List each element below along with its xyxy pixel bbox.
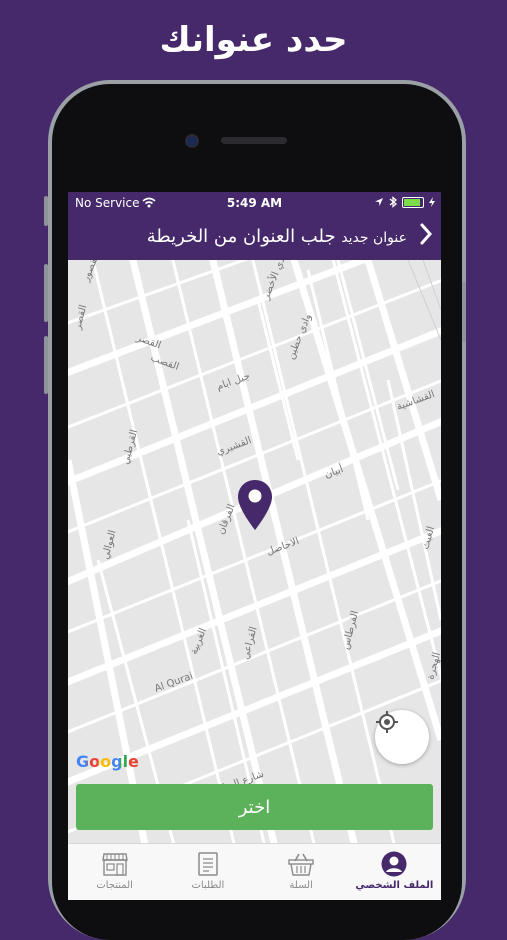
basket-icon <box>288 853 314 876</box>
tab-bar: الملف الشخصي السلة الطلبات المنتجات <box>68 843 441 900</box>
store-icon <box>101 853 128 876</box>
bluetooth-icon <box>389 196 397 208</box>
volume-up-button <box>44 264 48 322</box>
user-icon <box>381 851 407 877</box>
charging-icon <box>429 197 435 207</box>
phone-screen: No Service 5:49 AM عنوان جديد جلب العنوا… <box>68 192 441 900</box>
back-button[interactable] <box>419 222 433 252</box>
tab-products[interactable]: المنتجات <box>68 844 161 900</box>
location-arrow-icon <box>375 198 383 206</box>
tab-label: المنتجات <box>96 880 133 891</box>
headline: حدد عنوانك <box>159 20 348 60</box>
volume-down-button <box>44 336 48 394</box>
nav-title: عنوان جديد جلب العنوان من الخريطة <box>147 226 407 247</box>
map-view[interactable]: القصور القصر القصر القصب الوادي الأخضر وادي ح… <box>68 260 441 843</box>
nav-title-main: جلب العنوان من الخريطة <box>146 226 336 247</box>
mute-switch <box>44 196 48 226</box>
google-attribution: Google <box>76 752 139 771</box>
power-button <box>462 282 466 342</box>
nav-title-small: عنوان جديد <box>341 230 407 246</box>
nav-bar: عنوان جديد جلب العنوان من الخريطة <box>68 214 441 260</box>
earpiece-speaker <box>221 137 287 144</box>
battery-icon <box>402 196 424 208</box>
choose-button[interactable]: اختر <box>76 784 433 830</box>
tab-orders[interactable]: الطلبات <box>161 844 254 900</box>
status-bar: No Service 5:49 AM <box>68 192 441 214</box>
crosshair-location-icon <box>376 711 398 733</box>
google-logo: Google <box>76 752 139 771</box>
front-camera <box>185 134 199 148</box>
tab-label: الطلبات <box>191 880 225 891</box>
orders-list-icon <box>198 852 218 876</box>
tab-label: الملف الشخصي <box>355 880 434 891</box>
tab-cart[interactable]: السلة <box>255 844 348 900</box>
tab-label: السلة <box>289 880 313 891</box>
chevron-right-icon <box>420 223 433 245</box>
tab-profile[interactable]: الملف الشخصي <box>348 844 441 900</box>
my-location-button[interactable] <box>375 710 429 764</box>
